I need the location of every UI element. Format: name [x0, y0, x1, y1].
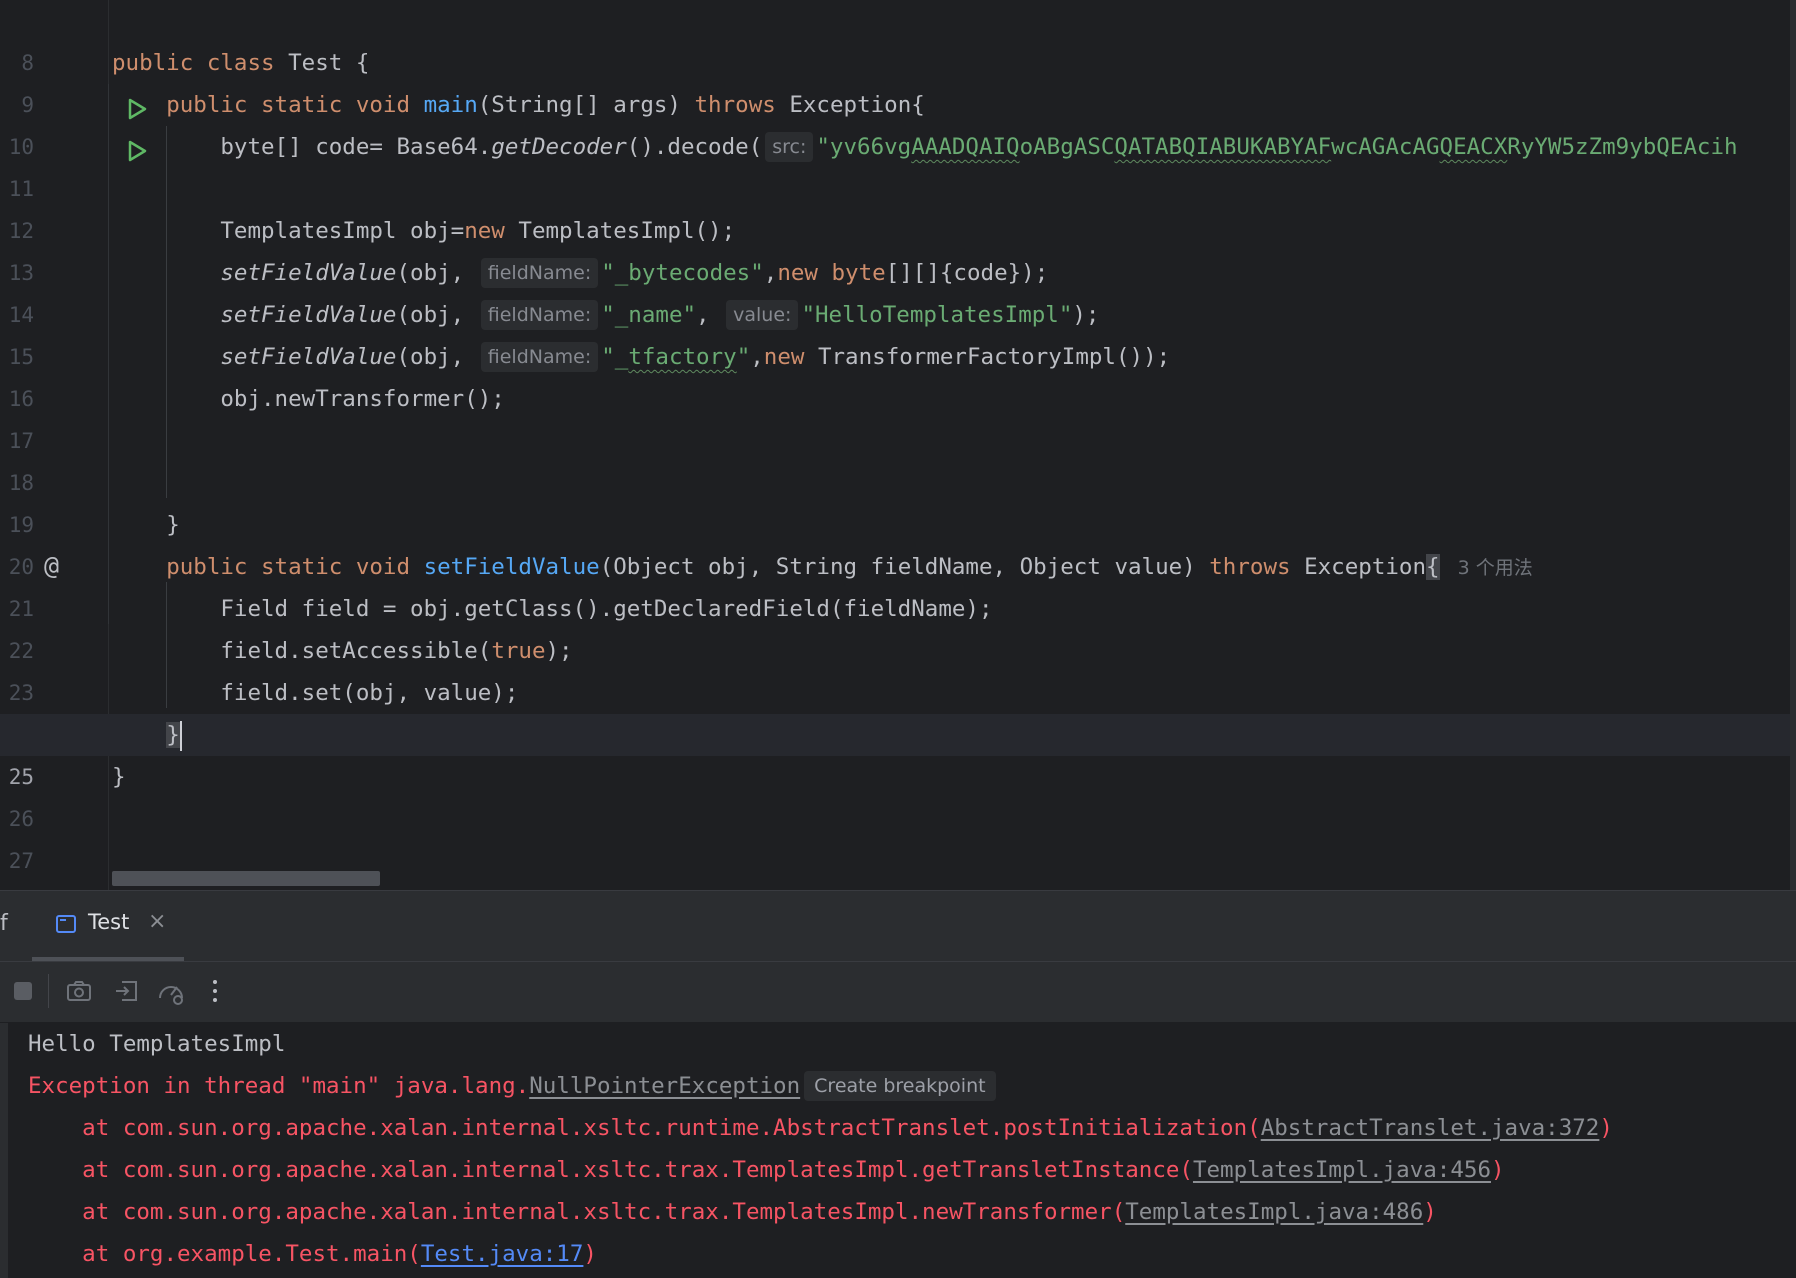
parameter-hint: value: [726, 300, 799, 330]
code-line[interactable]: 27 [0, 798, 1796, 873]
code-line[interactable]: 10 public static void main(String[] args… [0, 84, 1796, 162]
run-tab-bar: f Test × [0, 891, 1796, 962]
code-line[interactable]: 15 setFieldValue(obj, fieldName: "_name",… [0, 294, 1796, 369]
run-toolbar [0, 962, 1796, 1022]
vertical-scrollbar[interactable] [1790, 0, 1796, 890]
toolbar-separator [48, 974, 49, 1008]
restore-layout-icon[interactable] [110, 974, 144, 1008]
code-text: Field field = obj.getClass().getDeclared… [220, 596, 993, 622]
code-line[interactable]: 23 field.setAccessible(true); [0, 630, 1796, 705]
code-line[interactable]: 16 setFieldValue(obj, fieldName: "_tfacto… [0, 336, 1796, 411]
stack-frame: at com.sun.org.apache.xalan.internal.xsl… [28, 1199, 1437, 1225]
code-line[interactable]: 14 setFieldValue(obj, fieldName: "_byteco… [0, 252, 1796, 327]
console-output[interactable]: Hello TemplatesImpl Exception in thread … [0, 1023, 1796, 1278]
run-icon[interactable] [44, 51, 147, 120]
code-text: obj.newTransformer(); [220, 386, 505, 412]
code-line[interactable]: 17 obj.newTransformer(); [0, 378, 1796, 453]
run-tool-window: f Test × Hello TemplatesImpl Exception i… [0, 890, 1796, 1278]
code-line[interactable]: 18 [0, 420, 1796, 495]
code-line[interactable]: 13 TemplatesImpl obj=new TemplatesImpl()… [0, 210, 1796, 285]
code-line[interactable]: 8 [0, 0, 1796, 75]
at-sign-icon[interactable]: @ [44, 550, 68, 580]
code-line[interactable]: 19 [0, 462, 1796, 537]
close-icon[interactable]: × [148, 909, 166, 934]
source-link[interactable]: TemplatesImpl.java:486 [1125, 1199, 1423, 1225]
tab-selected-indicator [32, 957, 184, 961]
performance-icon[interactable] [154, 974, 188, 1008]
code-text: setFieldValue(obj, fieldName: "_bytecodes… [220, 258, 1049, 288]
camera-icon[interactable] [62, 974, 96, 1008]
parameter-hint: fieldName: [480, 300, 599, 330]
code-line[interactable]: 21 @ public static void setFieldValue(Ob… [0, 546, 1796, 621]
console-line: Hello TemplatesImpl [28, 1031, 286, 1057]
code-line-current[interactable]: 25 } [0, 714, 1796, 789]
horizontal-scrollbar[interactable] [112, 871, 380, 886]
console-gutter [0, 1023, 8, 1278]
usages-hint[interactable]: 3 个用法 [1458, 557, 1533, 579]
code-text: setFieldValue(obj, fieldName: "_name", va… [220, 300, 1100, 330]
source-link[interactable]: Test.java:17 [421, 1241, 584, 1267]
run-config-icon [56, 915, 76, 933]
code-editor[interactable]: 8 9 public class Test { 10 public static… [0, 0, 1796, 890]
source-link[interactable]: AbstractTranslet.java:372 [1261, 1115, 1600, 1141]
text-caret [179, 720, 182, 751]
code-text: field.setAccessible(true); [220, 638, 573, 664]
stack-frame: at org.example.Test.main(Test.java:17) [28, 1241, 597, 1267]
parameter-hint: fieldName: [480, 258, 599, 288]
source-link[interactable]: TemplatesImpl.java:456 [1193, 1157, 1491, 1183]
code-text: public static void main(String[] args) t… [166, 92, 925, 118]
console-line: Exception in thread "main" java.lang.Nul… [28, 1065, 996, 1107]
code-text: } [112, 764, 126, 790]
code-line[interactable]: 22 Field field = obj.getClass().getDecla… [0, 588, 1796, 663]
truncated-tab[interactable]: f [0, 911, 8, 936]
run-icon[interactable] [44, 93, 147, 162]
code-line[interactable]: 11 byte[] code= Base64.getDecoder().deco… [0, 126, 1796, 201]
parameter-hint: src: [765, 132, 814, 162]
code-line[interactable]: 12 [0, 168, 1796, 243]
tab-label: Test [88, 910, 130, 934]
parameter-hint: fieldName: [480, 342, 599, 372]
code-text: setFieldValue(obj, fieldName: "_tfactory"… [220, 342, 1171, 372]
line-number: 27 [8, 849, 34, 873]
code-text: } [166, 512, 180, 538]
code-text: byte[] code= Base64.getDecoder().decode(… [220, 132, 1738, 162]
code-text: public static void setFieldValue(Object … [166, 554, 1533, 580]
more-icon[interactable] [198, 974, 232, 1008]
stack-frame: at com.sun.org.apache.xalan.internal.xsl… [28, 1157, 1505, 1183]
code-text: public class Test { [112, 50, 370, 76]
create-breakpoint-button[interactable]: Create breakpoint [804, 1071, 996, 1101]
stack-frame: at com.sun.org.apache.xalan.internal.xsl… [28, 1115, 1613, 1141]
stop-icon[interactable] [6, 974, 40, 1008]
tab-test[interactable]: Test × [32, 891, 184, 961]
code-line[interactable]: 20 } [0, 504, 1796, 579]
code-line[interactable]: 9 public class Test { [0, 42, 1796, 120]
code-text: TemplatesImpl obj=new TemplatesImpl(); [220, 218, 736, 244]
code-line[interactable]: 24 field.set(obj, value); [0, 672, 1796, 747]
code-text: } [112, 714, 182, 756]
code-line[interactable]: 26 } [0, 756, 1796, 831]
exception-link[interactable]: NullPointerException [529, 1073, 800, 1099]
code-text: field.set(obj, value); [220, 680, 519, 706]
